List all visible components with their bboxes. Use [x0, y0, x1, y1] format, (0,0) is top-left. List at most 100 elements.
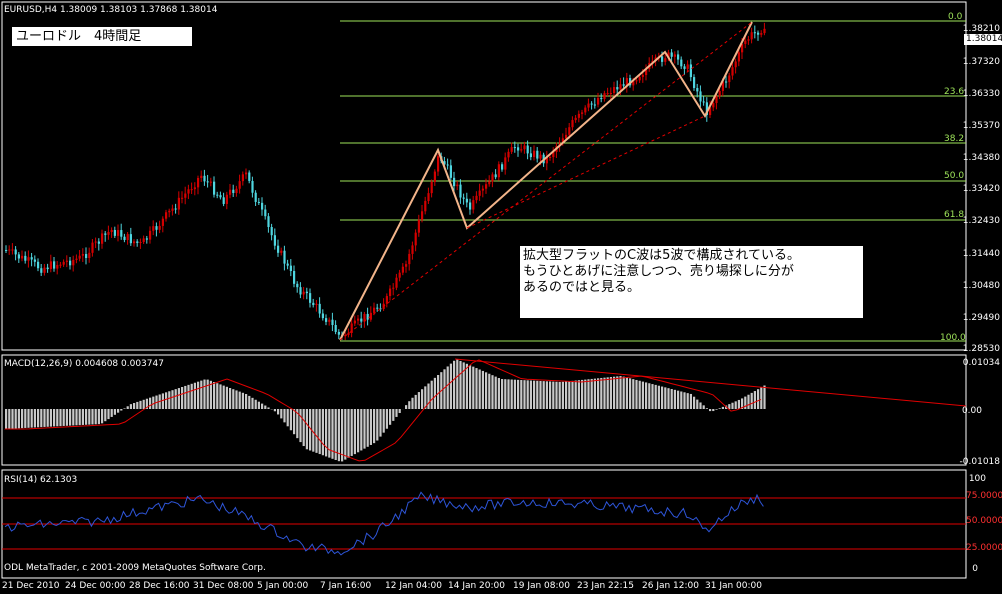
candle-body [622, 84, 625, 86]
macd-pane[interactable]: MACD(12,26,9) 0.004608 0.003747 0.01034 … [0, 354, 1002, 467]
candle-body [85, 254, 88, 259]
rsi-pane[interactable]: RSI(14) 62.1303 100 75.0000 50.0000 25.0… [0, 469, 1002, 579]
macd-bar [549, 381, 552, 409]
note-line-3: あるのではと見る。 [523, 280, 641, 295]
macd-bar [126, 406, 129, 409]
candle-body [395, 277, 398, 288]
candle-body [446, 164, 449, 166]
macd-bar [238, 391, 241, 409]
macd-bar [693, 396, 696, 409]
candle-body [53, 261, 56, 269]
macd-bar [360, 409, 363, 451]
candle-body [72, 259, 75, 266]
macd-bar [622, 376, 625, 409]
macd-bar [197, 381, 200, 409]
macd-bar [459, 360, 462, 409]
macd-bar [478, 369, 481, 409]
candle-body [472, 200, 475, 210]
macd-bar [465, 363, 468, 409]
macd-bar [376, 409, 379, 441]
macd-bar [30, 409, 33, 428]
macd-bar [193, 382, 196, 409]
candle-body [149, 230, 152, 240]
candle-body [222, 197, 225, 204]
macd-bar [616, 376, 619, 409]
macd-bar [177, 388, 180, 409]
candle-body [456, 184, 459, 187]
candle-body [571, 120, 574, 128]
candle-body [481, 188, 484, 191]
price-tick-6: 1.32430 [962, 216, 1000, 226]
candle-body [664, 58, 667, 62]
candle-body [718, 90, 721, 97]
candle-body [334, 325, 337, 332]
price-pane[interactable]: EURUSD,H4 1.38009 1.38103 1.37868 1.3801… [0, 0, 1002, 354]
candle-body [600, 98, 603, 100]
candle-body [69, 260, 72, 266]
candle-body [325, 318, 328, 322]
candle-body [757, 32, 760, 35]
note-line-2: もうひとあげに注意しつつ、売り場探しに分が [523, 264, 794, 279]
candle-body [475, 195, 478, 201]
macd-bar [510, 379, 513, 409]
time-label: 26 Jan 12:00 [642, 581, 699, 591]
time-label: 28 Dec 16:00 [129, 581, 190, 591]
macd-bar [520, 380, 523, 409]
macd-bar [712, 409, 715, 412]
macd-bar [78, 409, 81, 426]
macd-bar [533, 380, 536, 409]
candle-body [145, 238, 148, 240]
candle-body [104, 233, 107, 235]
candle-body [763, 28, 766, 34]
macd-bar [667, 388, 670, 409]
macd-bar [347, 409, 350, 458]
time-label: 19 Jan 08:00 [513, 581, 570, 591]
title-label: ユーロドル 4時間足 [12, 27, 192, 46]
macd-bar [184, 385, 187, 409]
fib-label-50: 50.0 [944, 171, 965, 181]
macd-bar [456, 359, 459, 409]
candle-body [680, 59, 683, 67]
candle-body [30, 257, 33, 260]
macd-bar [648, 383, 651, 409]
macd-bar [664, 387, 667, 409]
candle-body [533, 150, 536, 158]
macd-bar [702, 405, 705, 409]
candle-body [747, 39, 750, 41]
macd-bar [680, 391, 683, 409]
macd-bar [613, 376, 616, 409]
rsi-tick-100: 100 [968, 474, 986, 484]
macd-bar [206, 379, 209, 409]
fib-label-100: 100.0 [940, 333, 966, 343]
candle-body [673, 54, 676, 57]
candle-body [206, 181, 209, 183]
candle-body [504, 157, 507, 170]
macd-tick-zero: 0.00 [961, 406, 982, 416]
macd-bar [536, 380, 539, 409]
macd-bar [299, 409, 302, 443]
macd-bar [14, 409, 17, 429]
macd-bar [606, 377, 609, 409]
macd-bar [286, 409, 289, 427]
candle-body [270, 227, 273, 236]
macd-bar [289, 409, 292, 431]
candle-body [101, 233, 104, 244]
time-label: 5 Jan 00:00 [257, 581, 309, 591]
macd-chart[interactable] [0, 354, 1002, 467]
candle-body [677, 54, 680, 60]
candle-body [171, 208, 174, 211]
candle-body [161, 218, 164, 226]
macd-bar [718, 408, 721, 409]
candle-body [376, 307, 379, 309]
candle-body [593, 104, 596, 106]
candle-body [251, 180, 254, 193]
macd-bar [753, 391, 756, 409]
macd-bar [469, 365, 472, 409]
candle-body [670, 52, 673, 57]
candle-body [389, 288, 392, 297]
candle-body [136, 241, 139, 243]
candle-body [520, 149, 523, 151]
candle-body [414, 232, 417, 246]
candle-body [715, 96, 718, 104]
macd-bar [277, 409, 280, 415]
